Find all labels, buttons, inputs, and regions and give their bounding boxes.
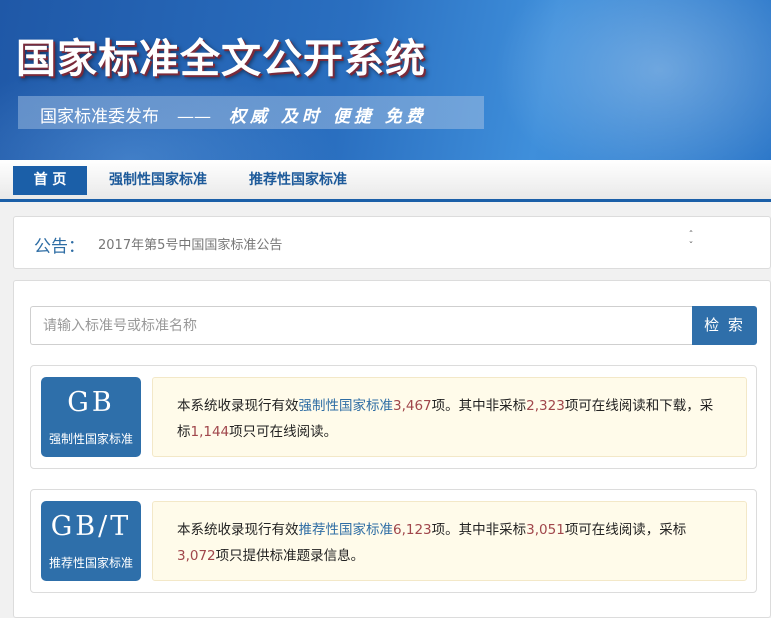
nav-item-home[interactable]: 首 页	[13, 166, 87, 195]
desc-text: 项。其中非采标	[431, 398, 527, 414]
main-nav: 首 页 强制性国家标准 推荐性国家标准	[0, 160, 771, 202]
slogan-words: 权威 及时 便捷 免费	[229, 107, 427, 127]
card-description: 本系统收录现行有效强制性国家标准3,467项。其中非采标2,323项可在线阅读和…	[152, 377, 747, 457]
search-button[interactable]: 检 索	[692, 306, 757, 345]
search-input[interactable]	[30, 306, 692, 345]
banner-glow	[480, 0, 771, 160]
nav-item-recommended-standards[interactable]: 推荐性国家标准	[244, 166, 352, 195]
notice-bar: 公告： 2017年第5号中国国家标准公告 ˆ ˇ	[13, 216, 771, 269]
standard-card-gb: GB 强制性国家标准 本系统收录现行有效强制性国家标准3,467项。其中非采标2…	[30, 365, 757, 469]
site-title: 国家标准全文公开系统	[16, 35, 426, 82]
badge-subtitle: 强制性国家标准	[48, 432, 133, 446]
standard-card-gbt: GB/T 推荐性国家标准 本系统收录现行有效推荐性国家标准6,123项。其中非采…	[30, 489, 757, 593]
slogan-box: 国家标准委发布 —— 权威 及时 便捷 免费	[18, 96, 484, 129]
mandatory-standards-link[interactable]: 强制性国家标准	[299, 398, 394, 414]
non-adopted-count: 3,051	[526, 522, 565, 538]
total-count: 3,467	[393, 398, 432, 414]
header-banner: 国家标准全文公开系统 国家标准委发布 —— 权威 及时 便捷 免费	[0, 0, 771, 160]
nav-item-mandatory-standards[interactable]: 强制性国家标准	[104, 166, 212, 195]
gbt-badge[interactable]: GB/T 推荐性国家标准	[41, 501, 141, 581]
badge-subtitle: 推荐性国家标准	[48, 556, 133, 570]
slogan-dash: ——	[177, 107, 211, 127]
desc-text: 项只提供标准题录信息。	[215, 548, 365, 564]
desc-text: 本系统收录现行有效	[177, 522, 299, 538]
desc-text: 本系统收录现行有效	[177, 398, 299, 414]
desc-text: 项可在线阅读，采标	[564, 522, 687, 538]
total-count: 6,123	[393, 522, 432, 538]
slogan: 国家标准委发布 —— 权威 及时 便捷 免费	[40, 102, 427, 127]
notice-scroll-arrows[interactable]: ˆ ˇ	[685, 230, 697, 252]
card-description: 本系统收录现行有效推荐性国家标准6,123项。其中非采标3,051项可在线阅读，…	[152, 501, 747, 581]
chevron-up-icon[interactable]: ˆ	[685, 230, 697, 241]
badge-code: GB	[67, 387, 115, 418]
adopted-count: 1,144	[190, 424, 230, 440]
gb-badge[interactable]: GB 强制性国家标准	[41, 377, 141, 457]
badge-code: GB/T	[50, 511, 132, 542]
chevron-down-icon[interactable]: ˇ	[685, 241, 697, 252]
search-bar: 检 索	[30, 306, 757, 345]
adopted-count: 3,072	[177, 548, 216, 564]
desc-text: 项只可在线阅读。	[229, 424, 338, 440]
notice-label: 公告：	[34, 237, 85, 257]
notice-text[interactable]: 2017年第5号中国国家标准公告	[98, 234, 282, 253]
slogan-publisher: 国家标准委发布	[40, 107, 159, 127]
non-adopted-count: 2,323	[526, 398, 565, 414]
desc-text: 项。其中非采标	[431, 522, 527, 538]
recommended-standards-link[interactable]: 推荐性国家标准	[299, 522, 394, 538]
main-panel: 检 索 GB 强制性国家标准 本系统收录现行有效强制性国家标准3,467项。其中…	[13, 280, 771, 618]
